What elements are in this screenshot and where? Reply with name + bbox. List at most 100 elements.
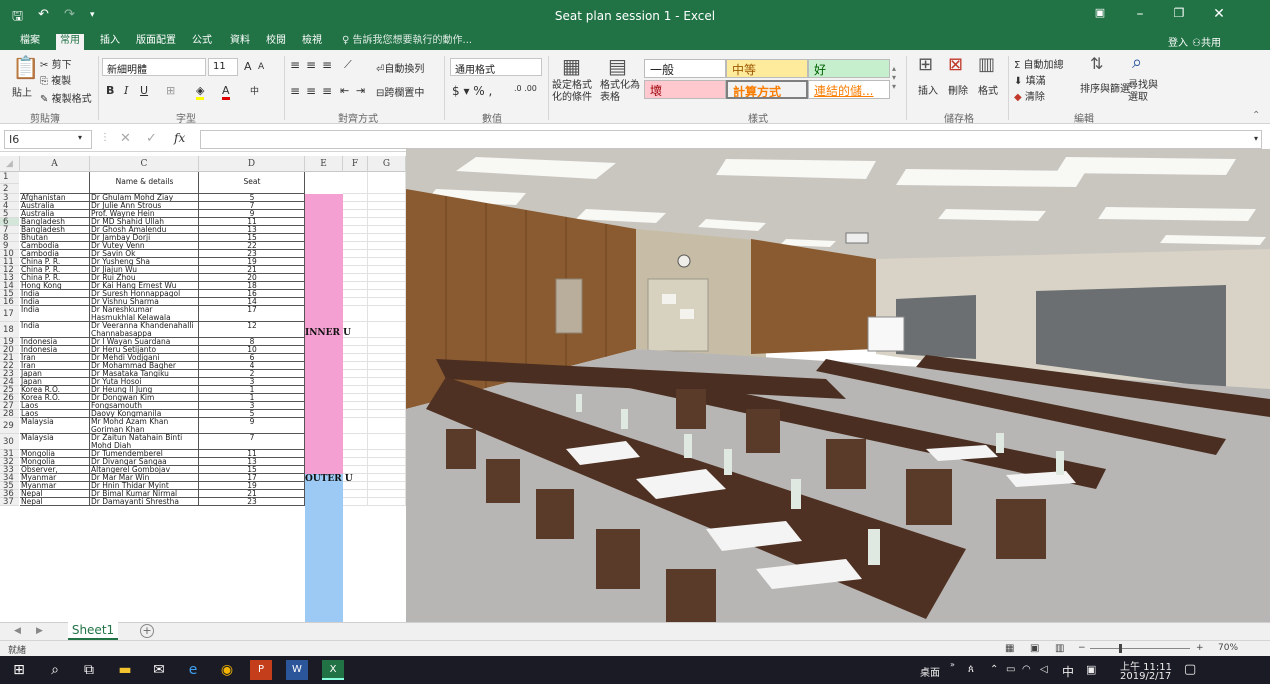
cell-seat[interactable]: 11	[199, 450, 305, 458]
cell-country[interactable]: China P. R.	[20, 258, 90, 266]
empty-cell[interactable]	[368, 202, 406, 210]
cell-country[interactable]: Nepal	[20, 490, 90, 498]
cell-name[interactable]: Dr Hnin Thidar Myint	[90, 482, 199, 490]
empty-cell[interactable]	[343, 234, 368, 242]
style-linked-cell[interactable]: 連結的儲...	[808, 80, 890, 99]
empty-cell[interactable]	[343, 466, 368, 474]
empty-cell[interactable]	[368, 418, 406, 434]
empty-cell[interactable]	[368, 386, 406, 394]
cell-country[interactable]: Australia	[20, 210, 90, 218]
col-header-e[interactable]: E	[305, 156, 343, 172]
cell-country[interactable]: Cambodia	[20, 250, 90, 258]
cell-country[interactable]: Indonesia	[20, 346, 90, 354]
row-header[interactable]: 16	[0, 298, 19, 306]
cell-name[interactable]: Dr Veeranna Khandenahalli Channabasappa	[90, 322, 199, 338]
empty-cell[interactable]	[368, 298, 406, 306]
empty-cell[interactable]	[368, 290, 406, 298]
cell-name[interactable]: Dr Rui Zhou	[90, 274, 199, 282]
align-center-icon[interactable]: ≡	[306, 84, 316, 98]
empty-cell[interactable]	[343, 370, 368, 378]
font-color-icon[interactable]: A	[222, 84, 230, 100]
orientation-icon[interactable]: ⟋	[344, 58, 352, 72]
sort-filter-button[interactable]: 排序與篩選	[1080, 80, 1130, 95]
cell-name[interactable]: Dr I Wayan Suardana	[90, 338, 199, 346]
indent-icon[interactable]: ⇥	[356, 84, 365, 97]
zoom-level[interactable]: 70%	[1218, 643, 1238, 653]
cell-seat[interactable]: 14	[199, 298, 305, 306]
cell-seat[interactable]: 5	[199, 194, 305, 202]
cell-name[interactable]: Altangerel Gombojav	[90, 466, 199, 474]
empty-cell[interactable]	[368, 490, 406, 498]
empty-cell[interactable]	[368, 498, 406, 506]
empty-cell[interactable]	[368, 410, 406, 418]
cell-seat[interactable]: 6	[199, 354, 305, 362]
empty-cell[interactable]	[368, 370, 406, 378]
merge-center-button[interactable]: ⊟跨欄置中	[376, 84, 424, 99]
empty-cell[interactable]	[343, 386, 368, 394]
cell-country[interactable]: Cambodia	[20, 242, 90, 250]
cell-name[interactable]: Dr Mohammad Bagher	[90, 362, 199, 370]
cell-country[interactable]: Japan	[20, 378, 90, 386]
empty-cell[interactable]	[343, 274, 368, 282]
zoom-slider-thumb[interactable]	[1119, 644, 1122, 653]
cell-name[interactable]: Dr Damayanti Shrestha	[90, 498, 199, 506]
empty-cell[interactable]	[368, 250, 406, 258]
font-grow-icon[interactable]: A	[244, 60, 252, 73]
cell-name[interactable]: Dr Heung Il Jung	[90, 386, 199, 394]
empty-cell[interactable]	[368, 234, 406, 242]
fill-color-icon[interactable]: ◈	[196, 84, 205, 100]
cell-country[interactable]: Nepal	[20, 498, 90, 506]
header-cell-country[interactable]	[20, 172, 90, 194]
empty-cell[interactable]	[368, 402, 406, 410]
empty-cell[interactable]	[368, 378, 406, 386]
find-select-button[interactable]: 尋找與選取	[1128, 80, 1162, 104]
add-sheet-icon[interactable]: +	[140, 624, 154, 638]
format-cells-icon[interactable]: ▥	[978, 54, 995, 75]
clear-button[interactable]: ◆ 清除	[1014, 88, 1045, 103]
font-shrink-icon[interactable]: A	[258, 62, 264, 72]
cell-country[interactable]: India	[20, 290, 90, 298]
empty-cell[interactable]	[368, 226, 406, 234]
cell-name[interactable]: Dr Ghosh Amalendu	[90, 226, 199, 234]
cell-seat[interactable]: 9	[199, 210, 305, 218]
cell-name[interactable]: Dr Bimal Kumar Nirmal	[90, 490, 199, 498]
row-header[interactable]: 17	[0, 306, 19, 322]
col-header-c[interactable]: C	[90, 156, 199, 172]
empty-cell[interactable]	[368, 466, 406, 474]
cell-country[interactable]: Myanmar	[20, 474, 90, 482]
cell-country[interactable]: Bangladesh	[20, 218, 90, 226]
row-header[interactable]: 29	[0, 418, 19, 434]
desktop-toolbar[interactable]: 桌面	[920, 664, 940, 679]
delete-cells-icon[interactable]: ⊠	[948, 54, 963, 75]
cell-country[interactable]: Japan	[20, 370, 90, 378]
sheet-tab-sheet1[interactable]: Sheet1	[68, 622, 118, 640]
cell-seat[interactable]: 15	[199, 466, 305, 474]
currency-icon[interactable]: $ ▾ % ,	[452, 84, 492, 98]
insert-cells-button[interactable]: 插入	[918, 82, 938, 97]
underline-icon[interactable]: U	[140, 84, 148, 97]
minimize-button[interactable]: –	[1125, 6, 1155, 22]
empty-cell[interactable]	[343, 242, 368, 250]
cell-seat[interactable]: 7	[199, 434, 305, 450]
cell-country[interactable]: India	[20, 298, 90, 306]
cell-country[interactable]: Mongolia	[20, 450, 90, 458]
cell-seat[interactable]: 2	[199, 370, 305, 378]
cell-country[interactable]: Iran	[20, 362, 90, 370]
cell-seat[interactable]: 17	[199, 306, 305, 322]
empty-cell[interactable]	[343, 338, 368, 346]
empty-cell[interactable]	[343, 498, 368, 506]
cell-name[interactable]: Dr Jiajun Wu	[90, 266, 199, 274]
empty-cell[interactable]	[368, 354, 406, 362]
col-header-f[interactable]: F	[343, 156, 368, 172]
styles-scroll-icon[interactable]: ▴ ▾ ▾	[892, 64, 896, 91]
cell-seat[interactable]: 5	[199, 410, 305, 418]
style-neutral[interactable]: 中等	[726, 59, 808, 78]
align-middle-icon[interactable]: ≡	[306, 58, 316, 72]
empty-cell[interactable]	[368, 242, 406, 250]
cell-name[interactable]: Dr Jambay Dorji	[90, 234, 199, 242]
empty-cell[interactable]	[343, 450, 368, 458]
cell-country[interactable]: Myanmar	[20, 482, 90, 490]
cell-seat[interactable]: 20	[199, 274, 305, 282]
format-as-table-icon[interactable]: ▤	[608, 54, 627, 78]
cell-country[interactable]: Afghanistan	[20, 194, 90, 202]
